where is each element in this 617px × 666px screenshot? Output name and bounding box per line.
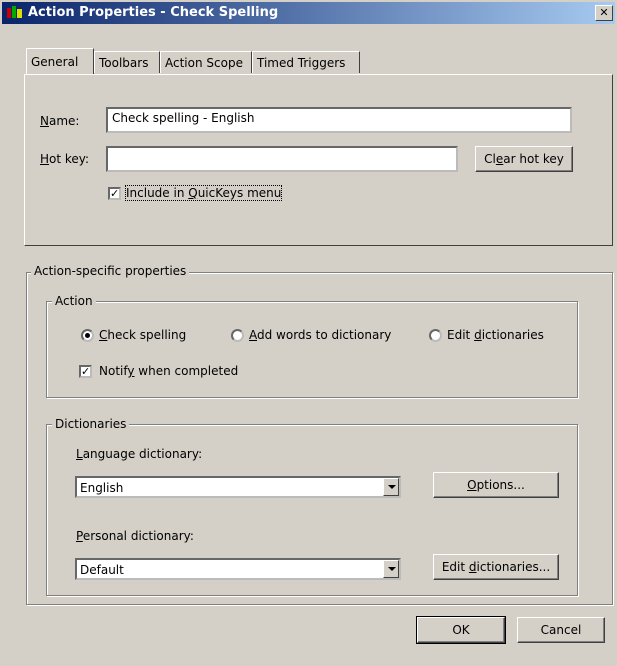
tab-general[interactable]: General (26, 48, 94, 74)
radio-edit-dictionaries[interactable] (429, 329, 442, 342)
notify-checkbox[interactable]: ✓ (79, 365, 92, 378)
options-button[interactable]: Options... (433, 472, 559, 498)
tab-action-scope[interactable]: Action Scope (160, 51, 252, 73)
language-dictionary-label: Language dictionary: (76, 447, 203, 461)
cancel-button[interactable]: Cancel (517, 617, 605, 643)
chevron-down-icon[interactable] (383, 560, 399, 578)
close-icon: ✕ (599, 6, 609, 19)
notify-label: Notify when completed (99, 364, 239, 378)
tab-label: Timed Triggers (257, 56, 346, 70)
hotkey-label: Hot key: (40, 152, 90, 166)
tab-toolbars[interactable]: Toolbars (94, 51, 160, 73)
radio-edit-dictionaries-label: Edit dictionaries (447, 328, 544, 342)
radio-check-spelling-label: Check spelling (99, 328, 187, 342)
dictionaries-legend: Dictionaries (52, 417, 130, 431)
app-icon (7, 6, 22, 18)
action-legend: Action (52, 294, 96, 308)
name-label: Name: (40, 114, 80, 128)
action-group (46, 301, 578, 398)
name-input[interactable]: Check spelling - English (106, 107, 572, 133)
dialog-window: Action Properties - Check Spelling ✕ Gen… (0, 0, 617, 666)
radio-add-words-label: Add words to dictionary (249, 328, 392, 342)
ok-button[interactable]: OK (416, 616, 506, 644)
clear-hotkey-button[interactable]: Clear hot key (475, 146, 573, 172)
action-specific-legend: Action-specific properties (31, 264, 190, 278)
radio-check-spelling[interactable] (81, 329, 94, 342)
include-quickeys-checkbox[interactable]: ✓ (108, 187, 121, 200)
title-bar[interactable]: Action Properties - Check Spelling ✕ (2, 2, 615, 24)
personal-dictionary-value: Default (80, 563, 124, 577)
radio-add-words[interactable] (231, 329, 244, 342)
close-button[interactable]: ✕ (595, 5, 613, 21)
language-dictionary-value: English (80, 481, 124, 495)
language-dictionary-select[interactable]: English (75, 476, 401, 498)
include-quickeys-label: Include in QuicKeys menu (124, 185, 283, 201)
name-value: Check spelling - English (112, 111, 255, 125)
tab-label: Action Scope (165, 56, 243, 70)
hotkey-input[interactable] (106, 146, 458, 172)
edit-dictionaries-button[interactable]: Edit dictionaries... (433, 554, 559, 580)
tab-timed-triggers[interactable]: Timed Triggers (252, 51, 360, 73)
personal-dictionary-select[interactable]: Default (75, 558, 401, 580)
tab-label: Toolbars (99, 56, 149, 70)
chevron-down-icon[interactable] (383, 478, 399, 496)
window-title: Action Properties - Check Spelling (28, 5, 279, 20)
personal-dictionary-label: Personal dictionary: (76, 529, 194, 543)
tab-label: General (31, 55, 79, 69)
